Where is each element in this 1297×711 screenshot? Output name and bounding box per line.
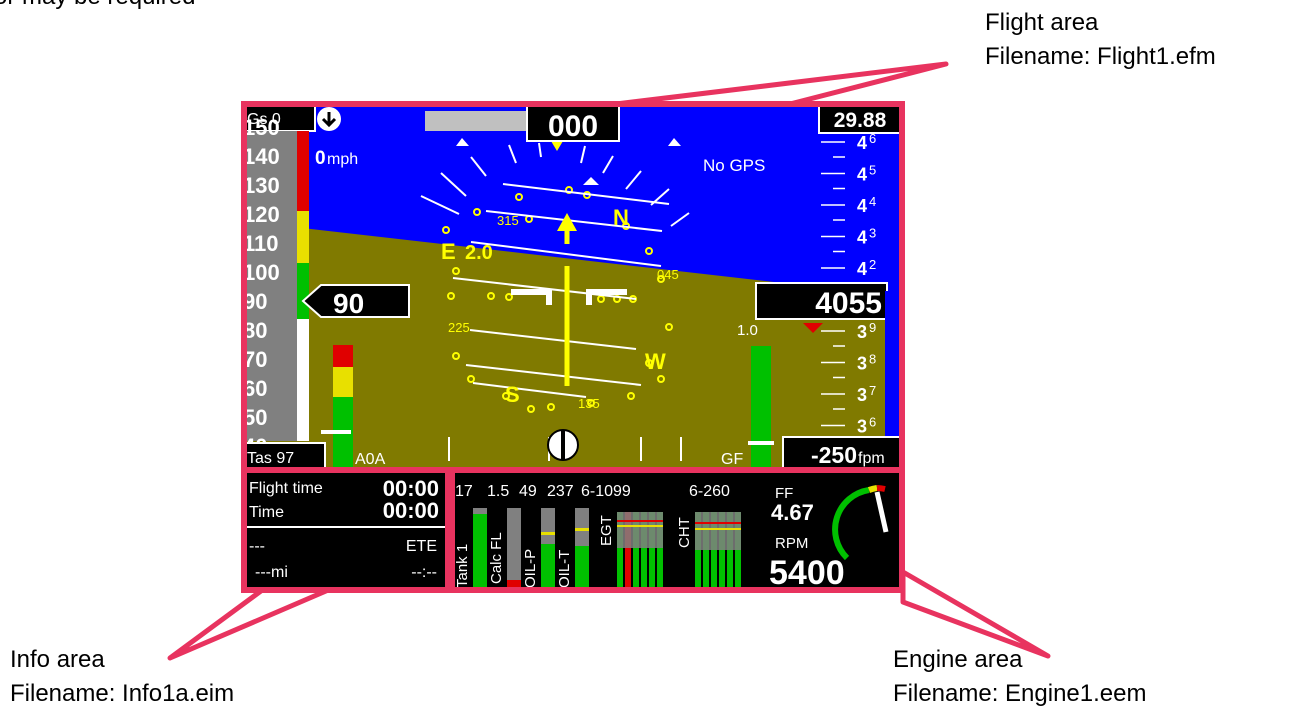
flight-callout: Flight area Filename: Flight1.efm bbox=[985, 6, 1216, 74]
info-callout: Info area Filename: Info1a.eim bbox=[10, 643, 234, 711]
flight-area-frame bbox=[241, 101, 905, 473]
info-callout-filename: Filename: Info1a.eim bbox=[10, 680, 235, 707]
engine-area-frame bbox=[449, 467, 905, 593]
engine-callout: Engine area Filename: Engine1.eem bbox=[893, 643, 1146, 711]
top-cut-text-line: or may be required bbox=[0, 0, 195, 14]
flight-callout-connector bbox=[613, 61, 949, 107]
info-area-frame bbox=[241, 467, 451, 593]
top-cut-text: or may be required bbox=[0, 0, 195, 14]
engine-callout-title: Engine area bbox=[893, 646, 1023, 673]
flight-callout-filename: Filename: Flight1.efm bbox=[985, 43, 1216, 70]
engine-callout-filename: Filename: Engine1.eem bbox=[893, 680, 1147, 707]
info-callout-title: Info area bbox=[10, 646, 105, 673]
efis-screen: N E S W 315 045 225 135 2.0 Gs 0 000 29.… bbox=[241, 101, 905, 593]
flight-callout-title: Flight area bbox=[985, 9, 1099, 36]
